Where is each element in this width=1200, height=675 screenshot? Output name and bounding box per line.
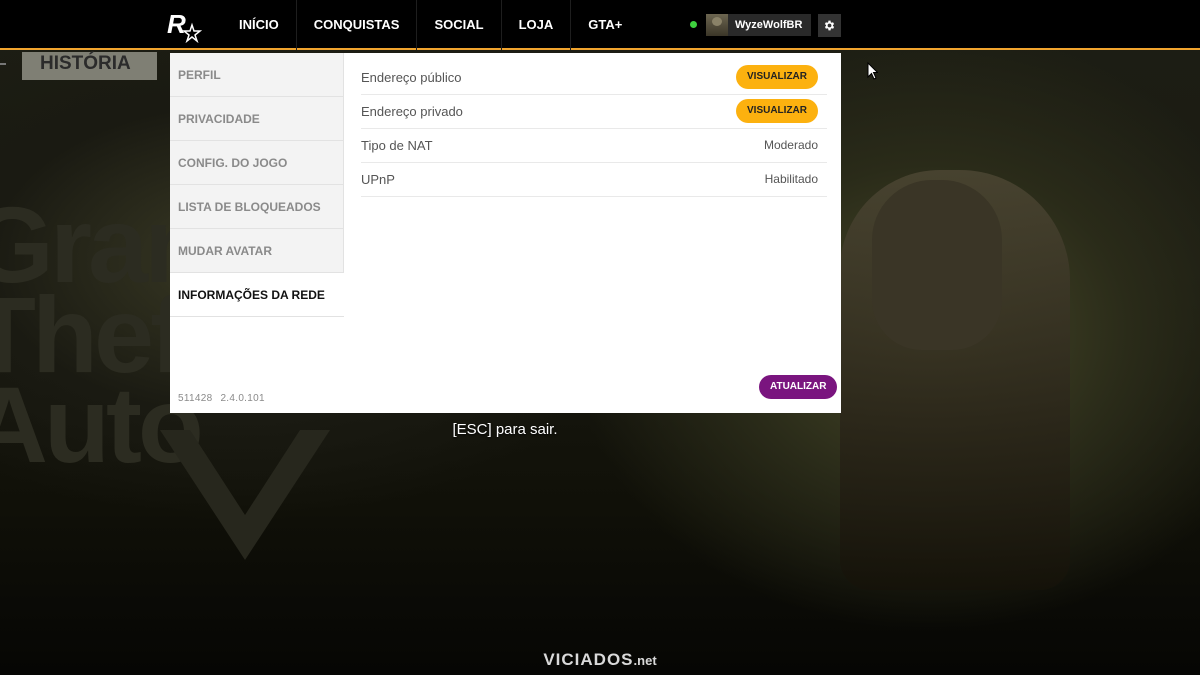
nat-type-row: Tipo de NAT Moderado [361, 129, 827, 163]
esc-hint: [ESC] para sair. [452, 421, 558, 438]
user-profile-button[interactable]: WyzeWolfBR [706, 14, 811, 36]
online-status-dot [690, 21, 697, 28]
watermark-name: VICIADOS [543, 650, 634, 669]
svg-text:R: R [167, 9, 186, 39]
nat-type-label: Tipo de NAT [361, 138, 433, 153]
network-info-list: Endereço público VISUALIZAR Endereço pri… [361, 61, 827, 197]
settings-button[interactable] [818, 14, 841, 37]
sidebar-item-lista-bloqueados[interactable]: LISTA DE BLOQUEADOS [170, 185, 344, 229]
rockstar-logo-icon[interactable]: R [166, 9, 202, 43]
gear-icon [824, 20, 835, 31]
upnp-row: UPnP Habilitado [361, 163, 827, 197]
game-v-logo [160, 430, 330, 560]
private-address-row: Endereço privado VISUALIZAR [361, 95, 827, 129]
public-address-row: Endereço público VISUALIZAR [361, 61, 827, 95]
version-number: 2.4.0.101 [220, 393, 265, 404]
main-nav: INÍCIO CONQUISTAS SOCIAL LOJA GTA+ [222, 0, 639, 50]
top-nav-bar: R INÍCIO CONQUISTAS SOCIAL LOJA GTA+ Wyz… [0, 0, 1200, 50]
nav-inicio[interactable]: INÍCIO [222, 0, 297, 50]
refresh-button[interactable]: ATUALIZAR [759, 375, 838, 399]
nav-gta-plus[interactable]: GTA+ [571, 0, 639, 50]
background-dash [0, 63, 6, 65]
build-number: 511428 [178, 393, 213, 404]
sidebar-item-informacoes-rede[interactable]: INFORMAÇÕES DA REDE [170, 273, 344, 317]
nav-social[interactable]: SOCIAL [417, 0, 502, 50]
site-watermark: VICIADOS.net [0, 650, 1200, 670]
sidebar-item-mudar-avatar[interactable]: MUDAR AVATAR [170, 229, 344, 273]
sidebar-item-privacidade[interactable]: PRIVACIDADE [170, 97, 344, 141]
username: WyzeWolfBR [735, 19, 803, 31]
sidebar-item-config-jogo[interactable]: CONFIG. DO JOGO [170, 141, 344, 185]
view-public-address-button[interactable]: VISUALIZAR [736, 65, 818, 89]
history-tag: HISTÓRIA [22, 52, 157, 80]
upnp-label: UPnP [361, 172, 395, 187]
nav-loja[interactable]: LOJA [502, 0, 572, 50]
settings-sidebar: PERFIL PRIVACIDADE CONFIG. DO JOGO LISTA… [170, 53, 344, 413]
nat-type-value: Moderado [763, 138, 818, 152]
character-head [872, 180, 1002, 350]
sidebar-item-perfil[interactable]: PERFIL [170, 53, 344, 97]
view-private-address-button[interactable]: VISUALIZAR [736, 99, 818, 123]
public-address-label: Endereço público [361, 70, 462, 85]
watermark-tld: .net [633, 653, 657, 668]
avatar [706, 14, 728, 36]
upnp-value: Habilitado [764, 172, 818, 186]
private-address-label: Endereço privado [361, 104, 463, 119]
mouse-cursor-icon [867, 62, 878, 80]
version-info: 511428 2.4.0.101 [178, 393, 265, 404]
nav-conquistas[interactable]: CONQUISTAS [297, 0, 418, 50]
settings-panel: PERFIL PRIVACIDADE CONFIG. DO JOGO LISTA… [170, 53, 841, 413]
